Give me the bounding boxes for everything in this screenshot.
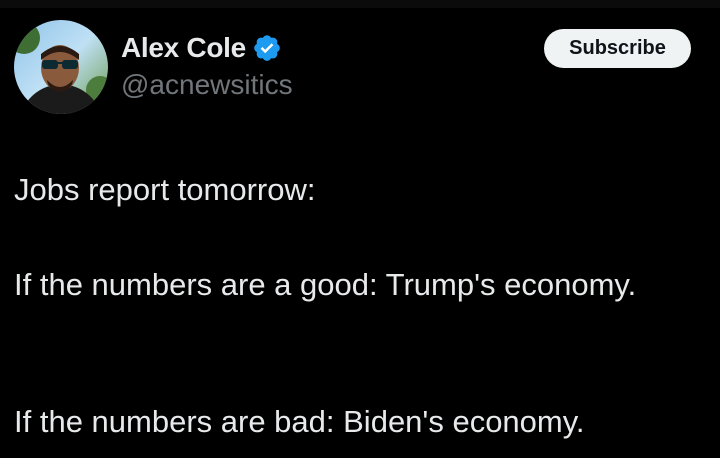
author-display-name[interactable]: Alex Cole (121, 32, 246, 64)
avatar[interactable] (14, 20, 108, 114)
tweet-text-line: If the numbers are bad: Biden's economy. (14, 404, 585, 439)
author-name-row[interactable]: Alex Cole (121, 30, 282, 66)
top-edge (0, 0, 720, 8)
subscribe-button[interactable]: Subscribe (544, 29, 691, 68)
tweet-text-line: If the numbers are a good: Trump's econo… (14, 267, 637, 302)
verified-badge-icon[interactable] (252, 33, 282, 63)
avatar-photo (14, 20, 108, 114)
author-handle[interactable]: @acnewsitics (121, 69, 293, 101)
tweet-text-line: Jobs report tomorrow: (14, 172, 316, 207)
